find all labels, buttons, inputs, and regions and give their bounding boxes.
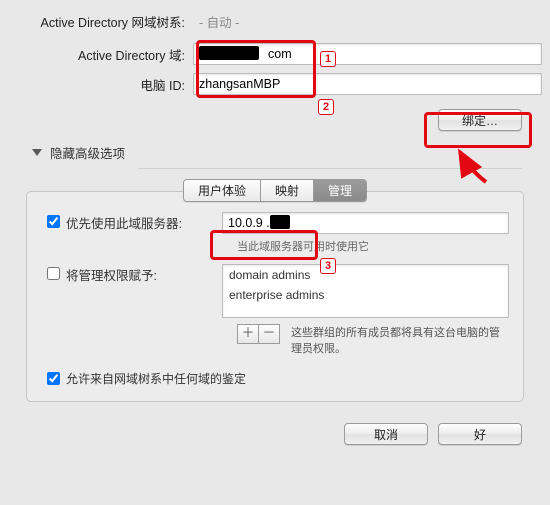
remove-group-button[interactable]: －: [258, 324, 280, 344]
prefer-server-help: 当此域服务器可用时使用它: [237, 238, 509, 254]
tab-mapping[interactable]: 映射: [261, 180, 314, 201]
grant-admin-label: 将管理权限赋予:: [66, 264, 222, 284]
bind-button[interactable]: 绑定…: [438, 109, 522, 131]
list-controls: ＋ － 这些群组的所有成员都将具有这台电脑的管理员权限。: [237, 324, 509, 356]
redaction-server: [270, 215, 290, 229]
add-group-button[interactable]: ＋: [237, 324, 259, 344]
forest-value: - 自动 -: [193, 8, 542, 35]
redaction-domain: [199, 46, 259, 60]
cancel-button[interactable]: 取消: [344, 423, 428, 445]
grant-admin-checkbox[interactable]: [47, 267, 60, 280]
list-item[interactable]: domain admins: [223, 265, 508, 285]
prefer-server-label: 优先使用此域服务器:: [66, 212, 222, 232]
computerid-label: 电脑 ID:: [8, 75, 193, 94]
separator: [138, 168, 522, 169]
prefer-server-input[interactable]: [222, 212, 509, 234]
row-forest: Active Directory 网域树系: - 自动 -: [8, 8, 542, 35]
forest-label: Active Directory 网域树系:: [8, 12, 193, 31]
row-allow-any-domain: 允许来自网域树系中任何域的鉴定: [41, 370, 509, 387]
allow-any-domain-label: 允许来自网域树系中任何域的鉴定: [66, 370, 246, 387]
disclosure-label: 隐藏高级选项: [50, 143, 125, 162]
footer-buttons: 取消 好: [8, 413, 542, 459]
ok-button[interactable]: 好: [438, 423, 522, 445]
groups-help-text: 这些群组的所有成员都将具有这台电脑的管理员权限。: [291, 324, 509, 356]
row-domain: Active Directory 域:: [8, 43, 542, 65]
bind-row: 绑定…: [8, 103, 542, 135]
computerid-input[interactable]: [193, 73, 542, 95]
ad-config-panel: Active Directory 网域树系: - 自动 - Active Dir…: [0, 0, 550, 459]
admin-groupbox: 优先使用此域服务器: 当此域服务器可用时使用它 将管理权限赋予: domain …: [26, 191, 524, 402]
disclosure-row[interactable]: 隐藏高级选项: [8, 135, 542, 166]
row-computerid: 电脑 ID:: [8, 73, 542, 95]
admin-groups-listbox[interactable]: domain admins enterprise admins: [222, 264, 509, 318]
list-item[interactable]: enterprise admins: [223, 285, 508, 305]
tab-admin[interactable]: 管理: [314, 180, 366, 201]
domain-label: Active Directory 域:: [8, 45, 193, 64]
disclosure-triangle-icon: [32, 149, 42, 156]
row-grant-admin: 将管理权限赋予: domain admins enterprise admins: [41, 264, 509, 318]
tab-user-experience[interactable]: 用户体验: [184, 180, 261, 201]
row-prefer-server: 优先使用此域服务器:: [41, 212, 509, 234]
allow-any-domain-checkbox[interactable]: [47, 372, 60, 385]
prefer-server-checkbox[interactable]: [47, 215, 60, 228]
